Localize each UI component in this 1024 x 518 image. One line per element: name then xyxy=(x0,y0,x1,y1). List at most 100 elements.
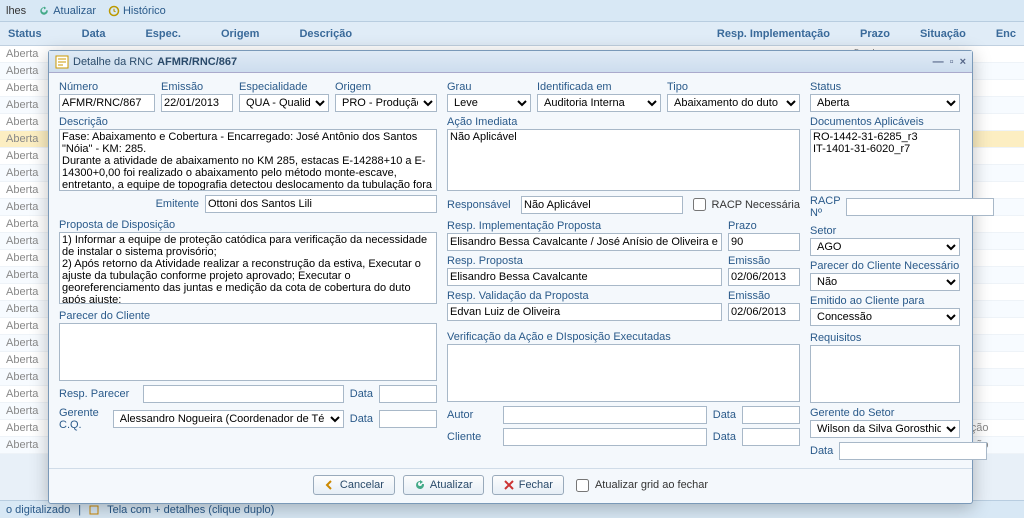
lbl-especialidade: Especialidade xyxy=(239,81,329,93)
data3-field[interactable] xyxy=(379,410,437,428)
atualizar-grid-label: Atualizar grid ao fechar xyxy=(595,479,708,491)
top-toolbar: lhes Atualizar Histórico xyxy=(0,0,1024,22)
lbl-prazo: Prazo xyxy=(728,220,800,232)
resp-parecer-field[interactable] xyxy=(143,385,344,403)
tipo-select[interactable]: Abaixamento do duto xyxy=(667,94,800,112)
lbl-autor: Autor xyxy=(447,409,497,421)
historico-button[interactable]: Histórico xyxy=(108,5,166,17)
col-descricao[interactable]: Descrição xyxy=(299,28,352,40)
atualizar-modal-button[interactable]: Atualizar xyxy=(403,475,484,495)
lbl-status: Status xyxy=(810,81,960,93)
detalhes-label: lhes xyxy=(6,5,26,17)
racp-necessaria-checkbox[interactable]: RACP Necessária xyxy=(689,195,800,214)
acao-textarea[interactable]: Não Aplicável xyxy=(447,129,800,191)
atualizar-label: Atualizar xyxy=(53,5,96,17)
setor-select[interactable]: AGO xyxy=(810,238,960,256)
lbl-resp-parecer: Resp. Parecer xyxy=(59,388,137,400)
col-data[interactable]: Data xyxy=(82,28,106,40)
emissao2a-field[interactable] xyxy=(728,268,800,286)
lbl-numero: Número xyxy=(59,81,155,93)
col-status[interactable]: Status xyxy=(8,28,42,40)
emitente-field[interactable] xyxy=(205,195,437,213)
responsavel-field[interactable] xyxy=(521,196,683,214)
col-enc[interactable]: Enc xyxy=(996,28,1016,40)
lbl-identificada: Identificada em xyxy=(537,81,661,93)
descricao-textarea[interactable]: Fase: Abaixamento e Cobertura - Encarreg… xyxy=(59,129,437,191)
refresh-icon xyxy=(414,479,426,491)
lbl-resp-prop: Resp. Proposta xyxy=(447,255,722,267)
col-resp-impl[interactable]: Resp. Implementação xyxy=(717,28,830,40)
lbl-documentos: Documentos Aplicáveis xyxy=(810,116,960,128)
lbl-emissao2a: Emissão xyxy=(728,255,800,267)
col-origem[interactable]: Origem xyxy=(221,28,260,40)
status-tela: Tela com + detalhes (clique duplo) xyxy=(107,504,274,516)
lbl-tipo: Tipo xyxy=(667,81,800,93)
form-icon xyxy=(55,55,69,69)
identificada-select[interactable]: Auditoria Interna xyxy=(537,94,661,112)
resp-impl-field[interactable] xyxy=(447,233,722,251)
modal-titlebar[interactable]: Detalhe da RNC AFMR/RNC/867 — ▫ × xyxy=(49,51,972,73)
especialidade-select[interactable]: QUA - Qualid xyxy=(239,94,329,112)
lbl-data4: Data xyxy=(713,431,736,443)
lbl-acao: Ação Imediata xyxy=(447,116,800,128)
col-situacao[interactable]: Situação xyxy=(920,28,966,40)
historico-label: Histórico xyxy=(123,5,166,17)
data5-field[interactable] xyxy=(839,442,987,460)
lbl-data5: Data xyxy=(810,445,833,457)
lbl-racp-nec: RACP Necessária xyxy=(712,199,800,211)
lbl-resp-impl: Resp. Implementação Proposta xyxy=(447,220,722,232)
atualizar-button[interactable]: Atualizar xyxy=(38,5,96,17)
close-button[interactable]: × xyxy=(960,56,966,68)
atualizar-modal-label: Atualizar xyxy=(430,479,473,491)
fechar-button[interactable]: Fechar xyxy=(492,475,564,495)
lbl-responsavel: Responsável xyxy=(447,199,515,211)
lbl-cliente: Cliente xyxy=(447,431,497,443)
col-prazo[interactable]: Prazo xyxy=(860,28,890,40)
maximize-button[interactable]: ▫ xyxy=(950,56,954,68)
lbl-emissao2b: Emissão xyxy=(728,290,800,302)
back-icon xyxy=(324,479,336,491)
lbl-grau: Grau xyxy=(447,81,531,93)
parecer-textarea[interactable] xyxy=(59,323,437,381)
emissao-field[interactable] xyxy=(161,94,233,112)
close-icon xyxy=(503,479,515,491)
numero-field[interactable] xyxy=(59,94,155,112)
proposta-disp-textarea[interactable]: 1) Informar a equipe de proteção catódic… xyxy=(59,232,437,304)
status-select[interactable]: Aberta xyxy=(810,94,960,112)
cancelar-button[interactable]: Cancelar xyxy=(313,475,395,495)
resp-valid-field[interactable] xyxy=(447,303,722,321)
parecer-nec-select[interactable]: Não xyxy=(810,273,960,291)
history-icon xyxy=(108,5,120,17)
grau-select[interactable]: Leve xyxy=(447,94,531,112)
data2-field[interactable] xyxy=(742,406,800,424)
modal-title-prefix: Detalhe da RNC xyxy=(73,56,153,68)
resp-prop-field[interactable] xyxy=(447,268,722,286)
gerente-setor-select[interactable]: Wilson da Silva Gorosthide xyxy=(810,420,960,438)
lbl-verificacao: Verificação da Ação e DIsposição Executa… xyxy=(447,331,800,343)
racp-no-field[interactable] xyxy=(846,198,994,216)
requisitos-textarea[interactable] xyxy=(810,345,960,403)
maximize-icon xyxy=(89,505,99,515)
modal-button-bar: Cancelar Atualizar Fechar Atualizar grid… xyxy=(49,468,972,503)
col-espec[interactable]: Espec. xyxy=(145,28,180,40)
atualizar-grid-checkbox[interactable]: Atualizar grid ao fechar xyxy=(572,476,708,495)
autor-field[interactable] xyxy=(503,406,707,424)
lbl-descricao: Descrição xyxy=(59,116,437,128)
prazo-field[interactable] xyxy=(728,233,800,251)
verificacao-textarea[interactable] xyxy=(447,344,800,402)
cliente-field[interactable] xyxy=(503,428,707,446)
lbl-emissao: Emissão xyxy=(161,81,233,93)
status-digitalizado: o digitalizado xyxy=(6,504,70,516)
lbl-origem: Origem xyxy=(335,81,437,93)
minimize-button[interactable]: — xyxy=(933,56,944,68)
documentos-textarea[interactable]: RO-1442-31-6285_r3 IT-1401-31-6020_r7 xyxy=(810,129,960,191)
emitido-select[interactable]: Concessão xyxy=(810,308,960,326)
emissao2b-field[interactable] xyxy=(728,303,800,321)
lbl-requisitos: Requisitos xyxy=(810,332,960,344)
origem-select[interactable]: PRO - Produção xyxy=(335,94,437,112)
data4-field[interactable] xyxy=(742,428,800,446)
data1-field[interactable] xyxy=(379,385,437,403)
modal-title-id: AFMR/RNC/867 xyxy=(157,56,237,68)
lbl-gerente-setor: Gerente do Setor xyxy=(810,407,960,419)
gerente-cq-select[interactable]: Alessandro Nogueira (Coordenador de Té xyxy=(113,410,344,428)
